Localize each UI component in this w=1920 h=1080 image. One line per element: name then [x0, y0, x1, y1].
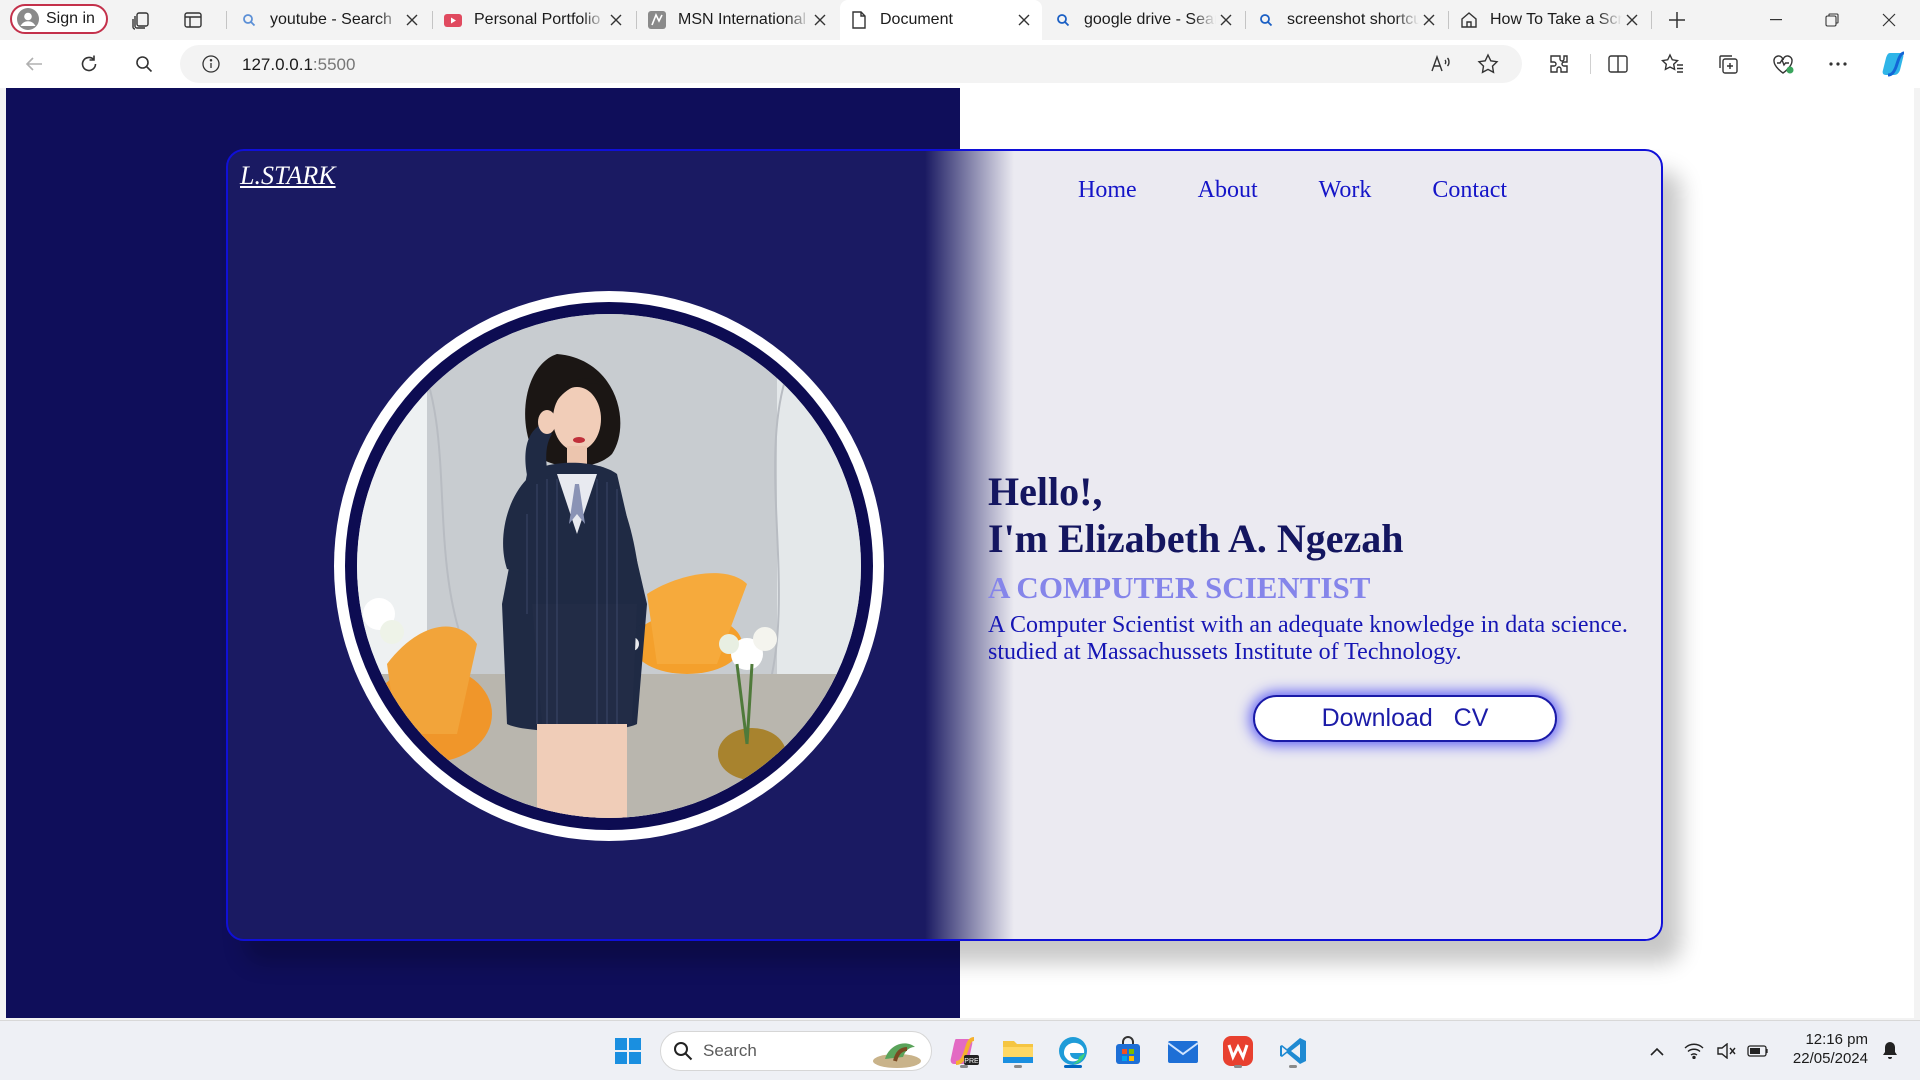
msn-icon	[648, 11, 666, 29]
search-highlight-icon	[871, 1035, 923, 1069]
close-tab-icon[interactable]	[1216, 10, 1236, 30]
profile-photo-frame	[334, 291, 884, 841]
browser-toolbar: 127.0.0.1:5500	[0, 40, 1920, 88]
restore-icon[interactable]	[1805, 0, 1859, 40]
hero-greeting: Hello!, I'm Elizabeth A. Ngezah	[988, 469, 1404, 561]
close-tab-icon[interactable]	[402, 10, 422, 30]
copilot-icon[interactable]	[1878, 48, 1910, 80]
tab-google-drive-search[interactable]: google drive - Search	[1044, 0, 1244, 40]
site-logo[interactable]: L.STARK	[240, 161, 336, 191]
hero-role: A COMPUTER SCIENTIST	[988, 570, 1371, 605]
copilot-preview-icon[interactable]: PRE	[944, 1031, 984, 1071]
tab-strip: Sign in youtube - Search Personal Portfo…	[0, 0, 1920, 40]
browser-essentials-icon[interactable]	[1767, 48, 1799, 80]
nav-work-link[interactable]: Work	[1319, 177, 1372, 204]
search-icon	[1257, 11, 1275, 29]
address-url[interactable]: 127.0.0.1:5500	[242, 55, 355, 75]
download-cv-button[interactable]: Download CV	[1253, 695, 1557, 742]
profile-sign-in-button[interactable]: Sign in	[10, 4, 108, 34]
new-tab-icon[interactable]	[1664, 8, 1690, 32]
site-info-icon[interactable]	[202, 55, 220, 73]
nav-about-link[interactable]: About	[1198, 177, 1258, 204]
refresh-icon[interactable]	[73, 48, 105, 80]
close-window-icon[interactable]	[1862, 0, 1916, 40]
profile-photo	[357, 314, 861, 818]
tab-actions-icon[interactable]	[180, 8, 206, 32]
favorites-icon[interactable]	[1657, 48, 1689, 80]
tab-screenshot-shortcut[interactable]: screenshot shortcut	[1247, 0, 1447, 40]
battery-icon[interactable]	[1742, 1031, 1774, 1071]
tab-document[interactable]: Document	[840, 0, 1042, 40]
search-icon	[240, 11, 258, 29]
tab-personal-portfolio[interactable]: Personal Portfolio	[434, 0, 634, 40]
show-hidden-icons-chevron-icon[interactable]	[1637, 1031, 1677, 1071]
close-tab-icon[interactable]	[1419, 10, 1439, 30]
search-icon[interactable]	[128, 48, 160, 80]
page-viewport: L.STARK Home About Work Contact Hello!, …	[6, 88, 1914, 1018]
hero-text: Hello!, I'm Elizabeth A. Ngezah A COMPUT…	[988, 468, 1628, 666]
wps-office-icon[interactable]	[1218, 1031, 1258, 1071]
windows-taskbar: Search PRE 12:16 pm 22/05/2024	[0, 1020, 1920, 1080]
microsoft-store-icon[interactable]	[1108, 1031, 1148, 1071]
document-icon	[850, 11, 868, 29]
notification-bell-icon[interactable]	[1870, 1031, 1910, 1071]
taskbar-search[interactable]: Search	[660, 1031, 932, 1071]
wifi-icon[interactable]	[1678, 1031, 1710, 1071]
nav-home-link[interactable]: Home	[1078, 177, 1137, 204]
collections-icon[interactable]	[1712, 48, 1744, 80]
sign-in-label: Sign in	[46, 10, 95, 27]
edge-browser-icon[interactable]	[1053, 1031, 1093, 1071]
mail-icon[interactable]	[1163, 1031, 1203, 1071]
clock-time: 12:16 pm	[1805, 1031, 1868, 1048]
house-icon	[1460, 11, 1478, 29]
profile-icon	[17, 8, 39, 30]
split-screen-icon[interactable]	[1602, 48, 1634, 80]
close-tab-icon[interactable]	[810, 10, 830, 30]
extensions-icon[interactable]	[1543, 48, 1575, 80]
hero-description: A Computer Scientist with an adequate kn…	[988, 612, 1628, 665]
address-bar[interactable]: 127.0.0.1:5500	[180, 45, 1522, 83]
tab-how-to-take-screenshot[interactable]: How To Take a Screenshot	[1450, 0, 1650, 40]
youtube-icon	[444, 11, 462, 29]
search-icon	[1054, 11, 1072, 29]
system-clock[interactable]: 12:16 pm 22/05/2024	[1780, 1030, 1868, 1068]
back-icon[interactable]	[18, 48, 50, 80]
workspaces-icon[interactable]	[128, 8, 154, 32]
close-tab-icon[interactable]	[1014, 10, 1034, 30]
volume-muted-icon[interactable]	[1710, 1031, 1742, 1071]
more-options-icon[interactable]	[1822, 48, 1854, 80]
main-navigation: Home About Work Contact	[1078, 177, 1507, 204]
close-tab-icon[interactable]	[1622, 10, 1642, 30]
tab-youtube-search[interactable]: youtube - Search	[230, 0, 430, 40]
clock-date: 22/05/2024	[1792, 1050, 1868, 1067]
search-icon	[673, 1041, 693, 1061]
windows-start-icon[interactable]	[608, 1031, 648, 1071]
favorite-star-icon[interactable]	[1477, 53, 1499, 75]
taskbar-search-placeholder: Search	[703, 1041, 757, 1060]
read-aloud-icon[interactable]	[1430, 54, 1452, 74]
vscode-icon[interactable]	[1273, 1031, 1313, 1071]
minimize-icon[interactable]	[1749, 0, 1803, 40]
tab-msn-international[interactable]: MSN International	[638, 0, 838, 40]
close-tab-icon[interactable]	[606, 10, 626, 30]
portfolio-hero-card: L.STARK Home About Work Contact Hello!, …	[226, 149, 1663, 941]
nav-contact-link[interactable]: Contact	[1432, 177, 1507, 204]
file-explorer-icon[interactable]	[998, 1031, 1038, 1071]
svg-text:PRE: PRE	[964, 1058, 979, 1065]
